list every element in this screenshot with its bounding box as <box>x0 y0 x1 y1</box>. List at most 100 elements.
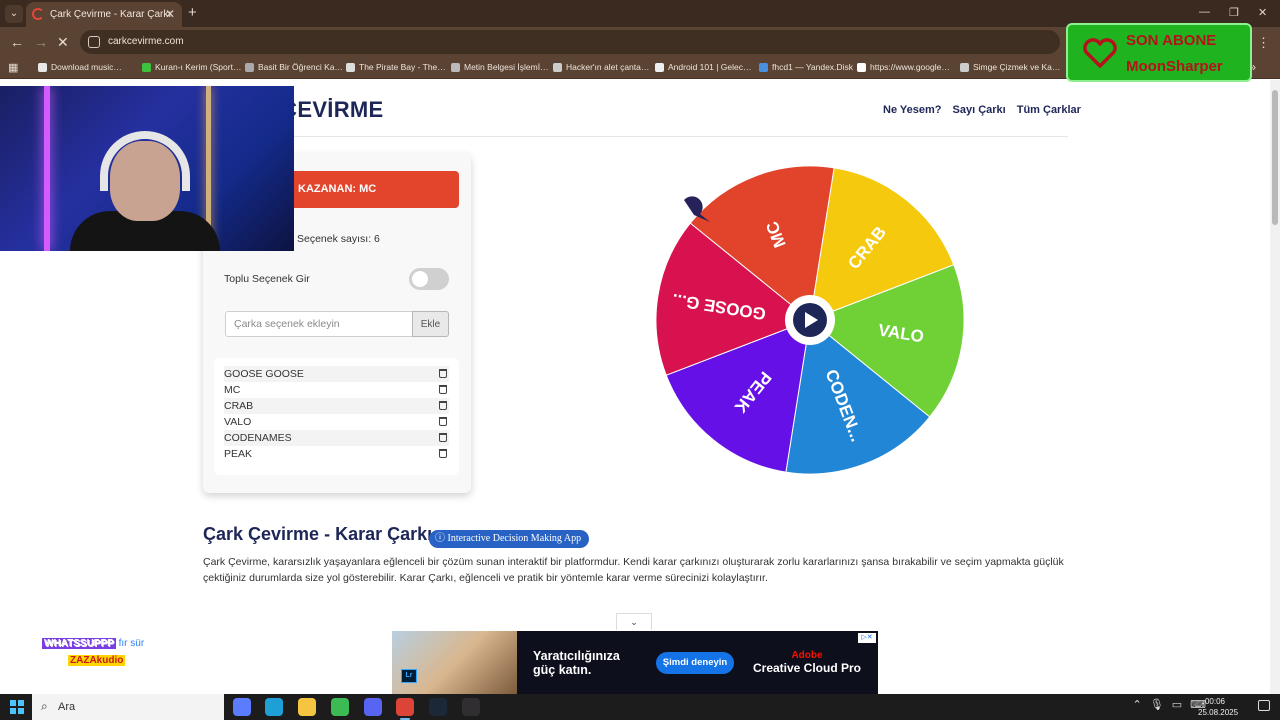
bookmark-label: Basit Bir Öğrenci Ka… <box>258 62 344 72</box>
obs-app-icon[interactable] <box>462 698 480 716</box>
bookmark-favicon-icon <box>759 62 768 72</box>
wheel-graphic[interactable]: CRABVALOCODEN...PEAKGOOSE G...MC <box>650 160 970 480</box>
trash-icon[interactable] <box>439 449 447 458</box>
bookmark-favicon-icon <box>857 62 866 72</box>
trash-icon[interactable] <box>439 417 447 426</box>
network-icon[interactable]: ▭ <box>1172 698 1182 711</box>
address-bar[interactable]: carkcevirme.com <box>80 30 1060 54</box>
site-nav: Ne Yesem? Sayı Çarkı Tüm Çarklar <box>883 104 1081 116</box>
toggle-knob <box>412 271 428 287</box>
windows-start-icon[interactable] <box>10 700 24 714</box>
sub-alert-name: MoonSharper <box>1126 58 1223 75</box>
option-row: CRAB <box>224 398 449 414</box>
bookmark-item[interactable]: Basit Bir Öğrenci Ka… <box>245 62 343 72</box>
bookmark-favicon-icon <box>655 62 664 72</box>
clock-date: 25.08.2025 <box>1198 708 1239 717</box>
minimize-icon[interactable]: — <box>1199 6 1210 18</box>
bookmark-item[interactable]: Android 101 | Gelec… <box>655 62 751 72</box>
decision-wheel[interactable]: CRAB VALO CODEN... PEAK GOOSE G... MC <box>650 160 970 480</box>
chrome-app-icon[interactable] <box>331 698 349 716</box>
ad-brand-bottom: Creative Cloud Pro <box>752 661 862 675</box>
option-count: Seçenek sayısı: 6 <box>297 233 380 245</box>
window-close-icon[interactable]: ✕ <box>1258 6 1267 19</box>
bookmark-favicon-icon <box>960 62 969 72</box>
option-label: CODENAMES <box>224 432 292 444</box>
ad-photo <box>392 631 517 694</box>
option-row: PEAK <box>224 446 449 462</box>
header-divider <box>203 136 1068 137</box>
page-scrollbar[interactable] <box>1270 80 1280 694</box>
bookmark-item[interactable]: fhcd1 — Yandex.Disk <box>759 62 853 72</box>
bookmark-label: Metin Belgesi İşlemİ… <box>464 62 549 72</box>
browser-menu-icon[interactable]: ⋮ <box>1257 35 1270 51</box>
about-badge-text: Interactive Decision Making App <box>447 533 582 544</box>
scrollbar-thumb[interactable] <box>1272 90 1278 225</box>
trash-icon[interactable] <box>439 433 447 442</box>
bookmark-favicon-icon <box>245 62 254 72</box>
chrome-active-app-icon[interactable] <box>396 698 414 720</box>
bookmark-favicon-icon <box>553 62 562 72</box>
restore-icon[interactable]: ❐ <box>1229 6 1239 19</box>
active-tab[interactable]: Çark Çevirme - Karar Çarkı ✕ <box>26 2 182 27</box>
notification-icon[interactable] <box>1258 700 1270 711</box>
trash-icon[interactable] <box>439 385 447 394</box>
site-info-icon[interactable] <box>88 36 100 48</box>
bookmark-item[interactable]: Hacker'ın alet çanta… <box>553 62 649 72</box>
chat-overlay: WHATSSUPPP fır sür ZAZAkudio <box>42 638 144 666</box>
nav-ne-yesem[interactable]: Ne Yesem? <box>883 104 942 116</box>
bookmark-item[interactable]: Kuran-ı Kerim (Sport… <box>142 62 241 72</box>
nav-sayi-carki[interactable]: Sayı Çarkı <box>953 104 1006 116</box>
option-label: PEAK <box>224 448 253 460</box>
about-title: Çark Çevirme - Karar Çarkı <box>203 524 433 544</box>
tab-close-icon[interactable]: ✕ <box>165 7 175 21</box>
ad-choices-icon[interactable]: ▷✕ <box>858 633 876 643</box>
forward-arrow-icon[interactable]: → <box>34 34 48 50</box>
taskbar-clock[interactable]: 00:06 25.08.2025 <box>1198 696 1239 718</box>
option-row: VALO <box>224 414 449 430</box>
apps-grid-icon[interactable]: ▦ <box>8 61 18 74</box>
ad-collapse-button[interactable]: ⌄ <box>616 613 652 630</box>
bookmark-label: The Pirate Bay - The… <box>359 62 446 72</box>
ad-cta-button[interactable]: Şimdi deneyin <box>656 652 734 674</box>
option-label: MC <box>224 384 241 396</box>
trash-icon[interactable] <box>439 401 447 410</box>
ad-headline: Yaratıcılığınıza güç katın. <box>533 649 620 677</box>
bookmark-item[interactable]: Download music… <box>38 62 122 72</box>
discord-app-icon[interactable] <box>364 698 382 716</box>
bookmark-favicon-icon <box>451 62 460 72</box>
ad-banner[interactable]: Lr Yaratıcılığınıza güç katın. Şimdi den… <box>392 631 878 694</box>
bookmark-item[interactable]: The Pirate Bay - The… <box>346 62 446 72</box>
lightroom-logo-icon: Lr <box>401 669 417 683</box>
chat-line-2: ZAZAkudio <box>68 655 144 666</box>
headset-icon <box>100 131 190 191</box>
option-label: GOOSE GOOSE <box>224 368 304 380</box>
copilot-app-icon[interactable] <box>233 698 251 716</box>
edge-app-icon[interactable] <box>265 698 283 716</box>
bookmark-item[interactable]: Metin Belgesi İşlemİ… <box>451 62 549 72</box>
about-badge: ⓘ Interactive Decision Making App <box>429 530 590 548</box>
explorer-app-icon[interactable] <box>298 698 316 716</box>
option-input[interactable] <box>225 311 413 337</box>
bookmark-item[interactable]: Simge Çizmek ve Ka… <box>960 62 1060 72</box>
nav-tum-carklar[interactable]: Tüm Çarklar <box>1017 104 1081 116</box>
about-text: Çark Çevirme, kararsızlık yaşayanlara eğ… <box>203 556 1064 584</box>
tray-chevron-icon[interactable]: ⌃ <box>1133 698 1142 711</box>
steam-app-icon[interactable] <box>429 698 447 716</box>
taskbar-search[interactable]: ⌕ Ara <box>32 694 224 720</box>
new-tab-button[interactable]: + <box>188 4 197 21</box>
tab-title: Çark Çevirme - Karar Çarkı <box>50 9 172 20</box>
microphone-icon[interactable]: 🎙 <box>1150 698 1164 711</box>
site-favicon-icon <box>32 8 44 20</box>
tab-search-button[interactable]: ⌄ <box>5 5 23 23</box>
url-text: carkcevirme.com <box>108 36 184 47</box>
back-arrow-icon[interactable]: ← <box>10 34 24 50</box>
bookmark-label: Simge Çizmek ve Ka… <box>973 62 1061 72</box>
clock-time: 00:06 <box>1204 697 1226 706</box>
trash-icon[interactable] <box>439 369 447 378</box>
add-option-button[interactable]: Ekle <box>412 311 449 337</box>
bookmark-item[interactable]: https://www.google… <box>857 62 950 72</box>
sub-alert-title: SON ABONE <box>1126 32 1217 49</box>
bulk-entry-toggle[interactable] <box>409 268 449 290</box>
stop-loading-icon[interactable]: ✕ <box>57 34 69 51</box>
bookmark-favicon-icon <box>142 62 151 72</box>
